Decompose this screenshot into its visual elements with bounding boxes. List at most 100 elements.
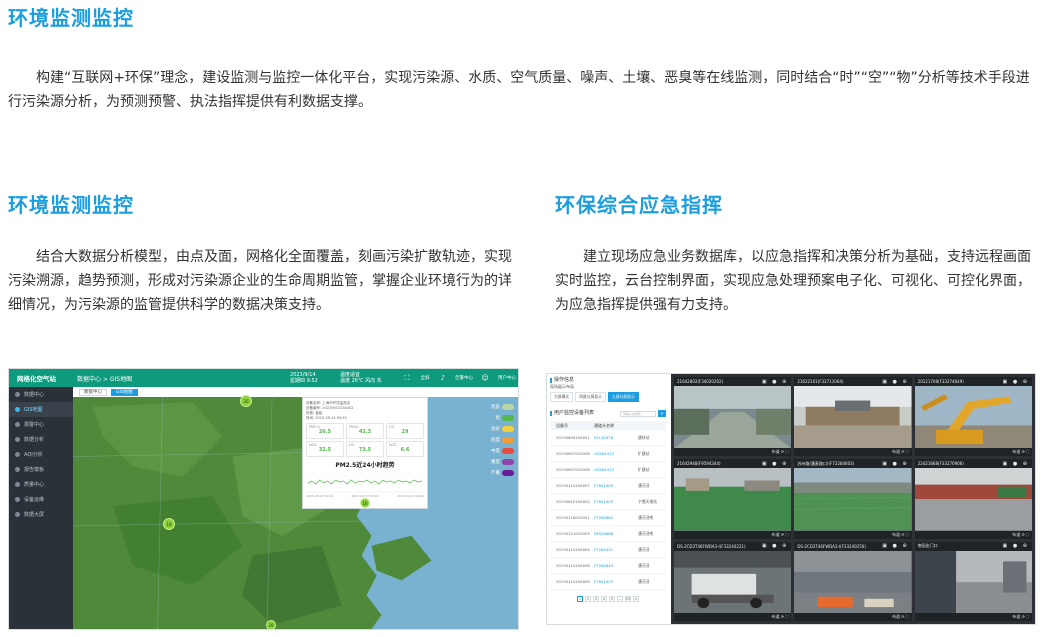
table-row[interactable]: 20230110100009 F7851425 漕河泾 xyxy=(550,574,666,590)
table-row[interactable]: 20230110100007 F7851409 漕河泾 xyxy=(550,478,666,494)
sidebar-item[interactable]: 数据大屏 xyxy=(9,507,73,522)
map-graphic xyxy=(73,397,518,629)
sidebar-item[interactable]: 数据中心 xyxy=(9,387,73,402)
legend-swatch xyxy=(502,404,514,410)
table-row[interactable]: 20230607010006 G0564313 扩建站 xyxy=(550,446,666,462)
sidebar-item[interactable]: AQI分析 xyxy=(9,447,73,462)
channel-link[interactable]: F6528686 xyxy=(594,531,638,536)
panel-header: 操作信息 xyxy=(550,377,666,384)
camera-control-icons[interactable]: ▣ ● ⊕ xyxy=(1003,379,1029,385)
list-title: 用户监控设备列表 xyxy=(554,410,595,416)
channel-link[interactable]: G0564313 xyxy=(594,451,638,456)
camera-footer[interactable]: 布道 ⟳ ⛶ xyxy=(914,613,1032,621)
legend-swatch xyxy=(502,426,514,432)
device-id: 20230110100008 xyxy=(556,563,590,568)
channel-link[interactable]: G0564313 xyxy=(594,467,638,472)
camera-feed[interactable]: DS-2CD3T46FWDA3-I(F33240250) ▣ ● ⊕ 布道 ⟳ ⛶ xyxy=(794,541,912,621)
sidebar-item[interactable]: 报告模板 xyxy=(9,462,73,477)
table-row[interactable]: 20230610100002 F7851403 宁港天地站 xyxy=(550,494,666,510)
channel-link[interactable]: F7284421 xyxy=(594,547,638,552)
page-button[interactable]: 2 xyxy=(585,596,591,602)
camera-feed[interactable]: DS-2CD3T46FWDA3-I(F33240221) ▣ ● ⊕ 布道 ⟳ ⛶ xyxy=(674,541,792,621)
camera-title: 南园出门口 xyxy=(917,543,938,549)
menu-dot-icon xyxy=(15,407,20,412)
gis-map[interactable] xyxy=(73,397,518,629)
layout-tab[interactable]: 九屏分屏显示 xyxy=(607,392,639,402)
table-row[interactable]: 20230609100001 F0132978 建材站 xyxy=(550,430,666,446)
camera-footer[interactable]: 布道 ⟳ ⛶ xyxy=(914,448,1032,457)
sidebar-item-label: 数据大屏 xyxy=(24,512,45,518)
page-button[interactable]: 4 xyxy=(601,596,607,602)
menu-dot-icon xyxy=(15,467,20,472)
camera-footer[interactable]: 布道 ⟳ ⛶ xyxy=(794,530,912,539)
page-button[interactable]: ... xyxy=(617,596,623,602)
channel-link[interactable]: F7284649 xyxy=(594,563,638,568)
camera-feed[interactable]: 南园出门口 ▣ ● ⊕ 布道 ⟳ ⛶ xyxy=(914,541,1032,621)
camera-footer[interactable]: 布道 ⟳ ⛶ xyxy=(794,448,912,457)
map-marker[interactable]: 18 xyxy=(163,518,175,530)
bell-icon[interactable]: ♪ xyxy=(432,374,454,382)
sidebar-item[interactable]: 报警中心 xyxy=(9,417,73,432)
sidebar-item[interactable]: GIS地图 xyxy=(9,402,73,417)
page-button[interactable]: 3 xyxy=(593,596,599,602)
camera-footer[interactable]: 布道 ⟳ ⛶ xyxy=(794,613,912,621)
page-button[interactable]: 15 xyxy=(625,596,631,602)
table-row[interactable]: 20230110100008 F7284649 漕河泾 xyxy=(550,558,666,574)
camera-control-icons[interactable]: ▣ ● ⊕ xyxy=(882,543,908,549)
map-marker[interactable]: 16 xyxy=(360,498,370,508)
section-title-left: 环境监测监控 xyxy=(8,193,134,217)
table-row[interactable]: 20230110100004 F7284421 漕河泾 xyxy=(550,542,666,558)
site-name: 漕河泾南 xyxy=(638,530,654,536)
camera-image xyxy=(914,550,1032,613)
camera-feed[interactable]: 20121708(F33274649) ▣ ● ⊕ 布道 ⟳ ⛶ xyxy=(914,377,1032,457)
camera-control-icons[interactable]: ▣ ● ⊕ xyxy=(762,543,788,549)
sidebar-item[interactable]: 质量中心 xyxy=(9,477,73,492)
table-row[interactable]: 20230607010006 G0564313 扩建站 xyxy=(550,462,666,478)
channel-link[interactable]: F7851425 xyxy=(594,579,638,584)
sidebar-item[interactable]: 数据分析 xyxy=(9,432,73,447)
camera-footer[interactable]: 布道 ⟳ ⛶ xyxy=(674,448,792,457)
datetime: 2023/9/14 星期四 9:52 xyxy=(290,372,340,384)
layout-tab[interactable]: 大屏模式 xyxy=(550,392,574,402)
page-button[interactable]: 5 xyxy=(609,596,615,602)
camera-footer[interactable]: 布道 ⟳ ⛶ xyxy=(674,530,792,539)
dashboard-tab[interactable]: 数据中心 xyxy=(79,388,107,396)
camera-feed[interactable]: 苏州路(漕麦路口)(F72284603) ▣ ● ⊕ 布道 ⟳ ⛶ xyxy=(794,459,912,539)
pollutant-cell: CO 29 xyxy=(386,423,424,439)
camera-control-icons[interactable]: ▣ ● ⊕ xyxy=(762,379,788,385)
search-input[interactable]: 请输入关键字 xyxy=(620,410,656,417)
camera-title: 20121708(F33274649) xyxy=(917,379,964,384)
camera-titlebar: 南园出门口 ▣ ● ⊕ xyxy=(914,541,1032,551)
map-marker[interactable]: 20 xyxy=(240,395,252,407)
layout-tab[interactable]: 四屏分屏显示 xyxy=(575,392,606,402)
legend-label: 优良 xyxy=(491,405,500,410)
camera-feed[interactable]: 21642802(F34020202) ▣ ● ⊕ 布道 ⟳ ⛶ xyxy=(674,377,792,457)
camera-footer[interactable]: 布道 ⟳ ⛶ xyxy=(914,530,1032,539)
channel-link[interactable]: F7284682 xyxy=(594,515,638,520)
camera-feed[interactable]: 22421668(F33270906) ▣ ● ⊕ 布道 ⟳ ⛶ xyxy=(914,459,1032,539)
camera-control-icons[interactable]: ▣ ● ⊕ xyxy=(882,461,908,467)
pollutant-cell: SO2 6.6 xyxy=(386,441,424,457)
camera-control-icons[interactable]: ▣ ● ⊕ xyxy=(882,379,908,385)
user-icon[interactable]: ☺ xyxy=(474,374,496,382)
table-row[interactable]: 20230121010003 F6528686 漕河泾南 xyxy=(550,526,666,542)
camera-footer[interactable]: 布道 ⟳ ⛶ xyxy=(674,613,792,621)
camera-control-icons[interactable]: ▣ ● ⊕ xyxy=(1003,461,1029,467)
page-button[interactable]: 1 xyxy=(577,596,583,602)
dashboard-tab[interactable]: GIS地图 xyxy=(111,388,138,396)
page-button[interactable]: > xyxy=(633,596,639,602)
fullscreen-icon[interactable]: ⛶ xyxy=(396,374,418,383)
sidebar-item[interactable]: 设备运维 xyxy=(9,492,73,507)
channel-link[interactable]: F7851409 xyxy=(594,483,638,488)
channel-link[interactable]: F0132978 xyxy=(594,435,638,440)
map-marker[interactable]: 29 xyxy=(266,620,276,630)
camera-titlebar: 22421668(F33270906) ▣ ● ⊕ xyxy=(914,459,1032,469)
user-label: 用户中心 xyxy=(498,376,516,381)
search-icon[interactable]: ⌕ xyxy=(658,410,666,417)
camera-control-icons[interactable]: ▣ ● ⊕ xyxy=(762,461,788,467)
channel-link[interactable]: F7851403 xyxy=(594,499,638,504)
camera-feed[interactable]: 21622101(F32711064) ▣ ● ⊕ 布道 ⟳ ⛶ xyxy=(794,377,912,457)
table-row[interactable]: 20230118010001 F7284682 漕河泾南 xyxy=(550,510,666,526)
camera-feed[interactable]: 21642948(F9594344) ▣ ● ⊕ 布道 ⟳ ⛶ xyxy=(674,459,792,539)
camera-control-icons[interactable]: ▣ ● ⊕ xyxy=(1003,543,1029,549)
